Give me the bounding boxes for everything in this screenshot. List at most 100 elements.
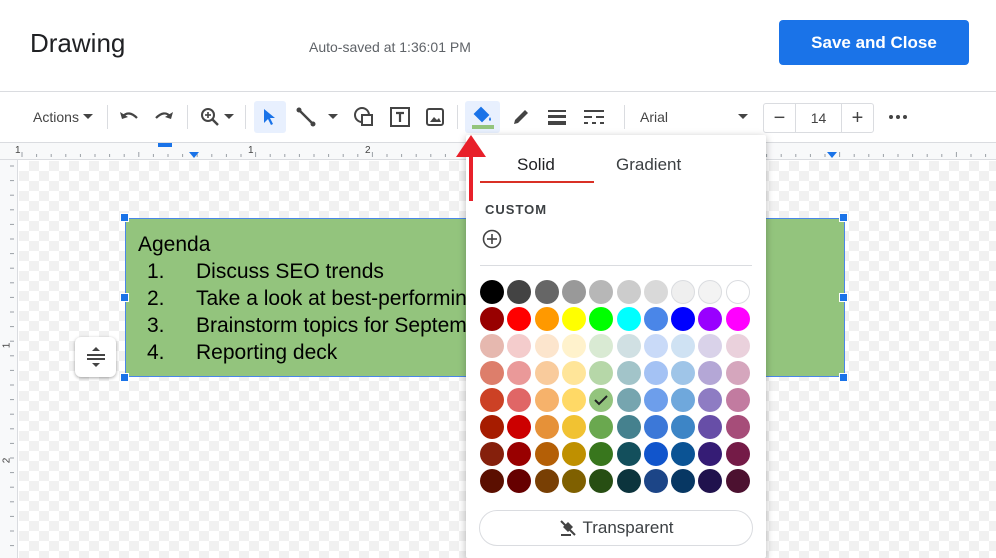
color-swatch[interactable] [589,442,614,466]
color-swatch[interactable] [725,388,750,412]
color-swatch[interactable] [643,334,668,358]
color-swatch[interactable] [616,280,641,304]
color-swatch[interactable] [725,469,750,493]
color-swatch[interactable] [589,469,614,493]
resize-handle-right[interactable] [839,293,848,302]
color-swatch[interactable] [616,469,641,493]
color-swatch[interactable] [616,307,641,331]
color-swatch[interactable] [507,442,532,466]
color-swatch[interactable] [507,307,532,331]
color-swatch[interactable] [561,361,586,385]
zoom-menu[interactable] [195,101,239,133]
border-weight-button[interactable] [542,101,572,133]
color-swatch[interactable] [725,415,750,439]
color-swatch[interactable] [589,334,614,358]
resize-handle-bottom-left[interactable] [120,373,129,382]
color-swatch[interactable] [698,469,723,493]
resize-handle-left[interactable] [120,293,129,302]
color-swatch[interactable] [671,280,696,304]
color-swatch[interactable] [671,442,696,466]
color-swatch[interactable] [643,307,668,331]
decrease-font-size-button[interactable]: − [764,104,795,132]
shape-text[interactable]: Agenda 1. Discuss SEO trends 2. Take a loo… [138,231,497,366]
color-swatch[interactable] [616,415,641,439]
color-swatch[interactable] [561,307,586,331]
font-size-input[interactable]: 14 [795,104,842,132]
color-swatch[interactable] [507,469,532,493]
color-swatch[interactable] [671,469,696,493]
color-swatch[interactable] [534,307,559,331]
color-swatch[interactable] [725,442,750,466]
tab-solid[interactable]: Solid [517,155,555,175]
color-swatch[interactable] [480,469,504,493]
color-swatch[interactable] [561,442,586,466]
color-swatch[interactable] [698,442,723,466]
font-family-select[interactable]: Arial [632,101,756,133]
color-swatch[interactable] [534,415,559,439]
border-dash-button[interactable] [578,101,610,133]
color-swatch[interactable] [561,334,586,358]
color-swatch[interactable] [561,469,586,493]
color-swatch[interactable] [480,388,504,412]
color-swatch[interactable] [480,415,504,439]
color-swatch[interactable] [643,415,668,439]
color-swatch[interactable] [698,361,723,385]
shape-tool-button[interactable] [348,101,380,133]
line-type-dropdown[interactable] [324,101,342,133]
tab-gradient[interactable]: Gradient [616,155,681,175]
border-color-button[interactable] [506,101,536,133]
color-swatch[interactable] [561,280,586,304]
color-swatch[interactable] [561,415,586,439]
save-and-close-button[interactable]: Save and Close [779,20,969,65]
color-swatch[interactable] [616,388,641,412]
color-swatch[interactable] [534,469,559,493]
more-options-button[interactable] [882,101,914,133]
color-swatch[interactable] [589,280,614,304]
color-swatch[interactable] [561,388,586,412]
resize-handle-top-right[interactable] [839,213,848,222]
actions-menu[interactable]: Actions [26,101,100,133]
color-swatch[interactable] [698,388,723,412]
color-swatch[interactable] [589,307,614,331]
color-swatch[interactable] [589,415,614,439]
color-swatch[interactable] [534,280,559,304]
color-swatch[interactable] [534,442,559,466]
increase-font-size-button[interactable]: + [842,104,873,132]
color-swatch[interactable] [671,388,696,412]
vertical-align-button[interactable] [75,337,116,377]
fill-color-button[interactable] [465,101,500,133]
color-swatch[interactable] [643,442,668,466]
color-swatch[interactable] [616,361,641,385]
redo-button[interactable] [149,101,179,133]
color-swatch[interactable] [480,307,504,331]
undo-button[interactable] [114,101,144,133]
color-swatch[interactable] [480,280,504,304]
color-swatch[interactable] [507,415,532,439]
color-swatch[interactable] [725,361,750,385]
color-swatch[interactable] [643,361,668,385]
image-button[interactable] [420,101,450,133]
color-swatch[interactable] [507,388,532,412]
add-custom-color-icon[interactable] [482,229,502,249]
color-swatch[interactable] [725,307,750,331]
color-swatch[interactable] [480,361,504,385]
color-swatch[interactable] [725,334,750,358]
color-swatch[interactable] [671,307,696,331]
resize-handle-bottom-right[interactable] [839,373,848,382]
color-swatch[interactable] [534,388,559,412]
color-swatch[interactable] [589,361,614,385]
color-swatch[interactable] [643,280,668,304]
color-swatch[interactable] [698,307,723,331]
color-swatch[interactable] [616,334,641,358]
color-swatch[interactable] [507,334,532,358]
color-swatch[interactable] [698,334,723,358]
color-swatch[interactable] [698,280,723,304]
color-swatch[interactable] [589,388,614,412]
transparent-button[interactable]: Transparent [479,510,753,546]
color-swatch[interactable] [507,361,532,385]
color-swatch[interactable] [534,334,559,358]
color-swatch[interactable] [616,442,641,466]
color-swatch[interactable] [698,415,723,439]
color-swatch[interactable] [507,280,532,304]
color-swatch[interactable] [671,415,696,439]
